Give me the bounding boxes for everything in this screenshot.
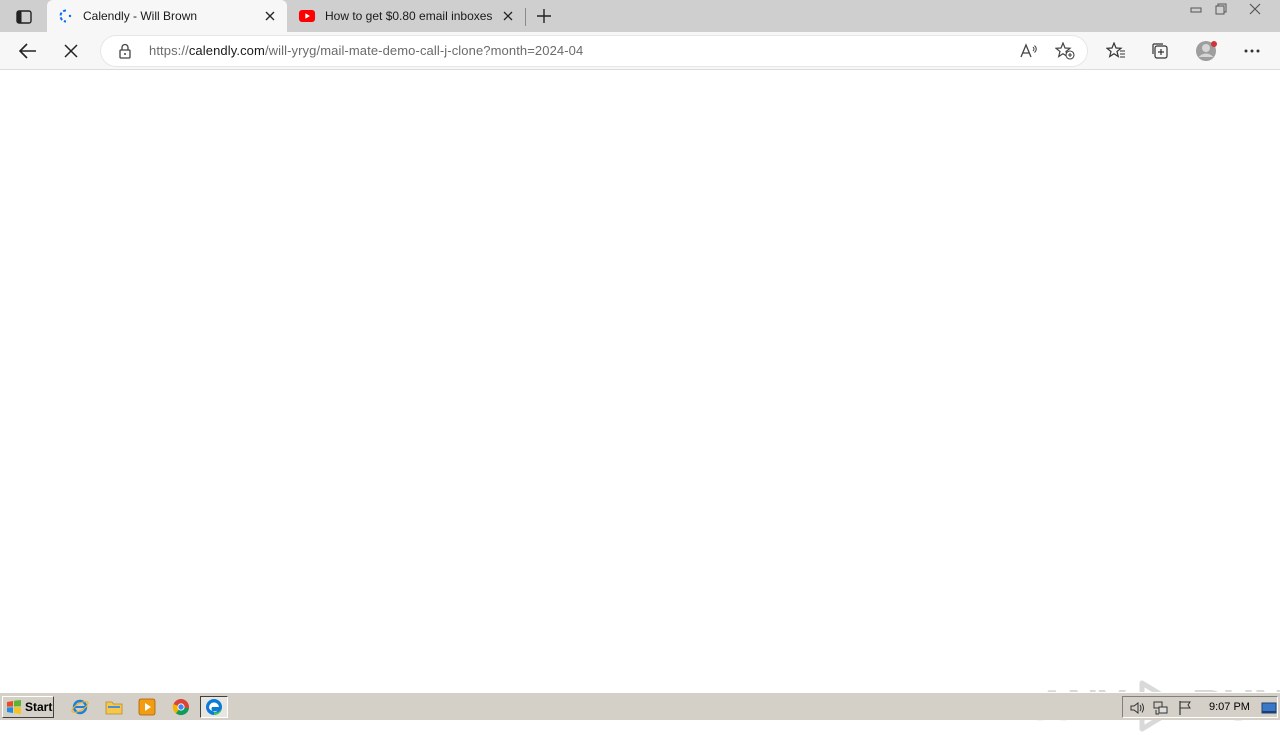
back-arrow-icon[interactable] <box>14 37 42 65</box>
close-window-icon[interactable] <box>1233 0 1277 18</box>
tab-calendly[interactable]: Calendly - Will Brown <box>47 0 287 32</box>
youtube-icon <box>299 8 315 24</box>
calendly-icon <box>57 8 73 24</box>
url-host: calendly.com <box>188 43 265 58</box>
minimize-icon[interactable] <box>1183 0 1208 18</box>
lock-icon[interactable] <box>117 43 133 59</box>
more-menu-icon[interactable] <box>1238 37 1266 65</box>
tab-youtube[interactable]: How to get $0.80 email inboxes fo <box>289 0 525 32</box>
system-tray: 9:07 PM <box>1122 696 1278 718</box>
internet-explorer-icon[interactable] <box>66 696 94 718</box>
show-desktop-icon[interactable] <box>1261 700 1277 716</box>
close-icon[interactable] <box>500 8 516 24</box>
restore-icon[interactable] <box>1208 0 1233 18</box>
browser-toolbar: https://calendly.com/will-yryg/mail-mate… <box>0 32 1280 70</box>
favorites-icon[interactable] <box>1102 37 1130 65</box>
url-text[interactable]: https://calendly.com/will-yryg/mail-mate… <box>149 43 583 58</box>
volume-icon[interactable] <box>1129 700 1145 716</box>
action-center-flag-icon[interactable] <box>1177 700 1193 716</box>
address-bar[interactable]: https://calendly.com/will-yryg/mail-mate… <box>101 36 1087 66</box>
profile-avatar-icon[interactable] <box>1192 37 1220 65</box>
tab-strip: Calendly - Will Brown How to get $0.80 e… <box>0 0 1280 32</box>
tab-title: How to get $0.80 email inboxes fo <box>325 9 494 23</box>
new-tab-icon[interactable] <box>533 5 555 27</box>
add-favorite-icon[interactable] <box>1055 41 1075 61</box>
file-explorer-icon[interactable] <box>100 696 128 718</box>
close-icon[interactable] <box>262 8 278 24</box>
windows-flag-icon <box>7 700 21 714</box>
tab-title: Calendly - Will Brown <box>83 9 198 23</box>
url-path: /will-yryg/mail-mate-demo-call-j-clone?m… <box>264 43 584 58</box>
taskbar: Start 9:07 PM <box>0 692 1280 720</box>
url-scheme: https:// <box>149 43 189 58</box>
tab-actions-icon[interactable] <box>10 6 38 28</box>
stop-loading-icon[interactable] <box>57 37 85 65</box>
tab-separator <box>525 8 526 26</box>
start-button[interactable]: Start <box>2 696 54 718</box>
chrome-icon[interactable] <box>167 696 195 718</box>
media-player-icon[interactable] <box>133 696 161 718</box>
window-controls <box>1183 0 1277 18</box>
network-icon[interactable] <box>1153 700 1169 716</box>
read-aloud-icon[interactable] <box>1019 41 1039 61</box>
clock[interactable]: 9:07 PM <box>1209 701 1250 713</box>
start-label: Start <box>25 700 53 714</box>
edge-icon[interactable] <box>200 696 228 718</box>
collections-icon[interactable] <box>1146 37 1174 65</box>
page-content: ANY RUN <box>0 71 1280 732</box>
browser-window: Calendly - Will Brown How to get $0.80 e… <box>0 0 1280 732</box>
